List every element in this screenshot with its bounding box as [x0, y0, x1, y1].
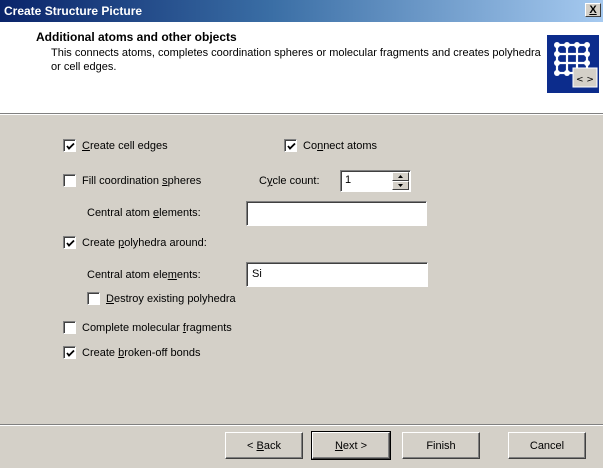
finish-button[interactable]: Finish: [402, 432, 480, 459]
back-button-label: < Back: [247, 439, 281, 452]
create-broken-bonds-label: Create broken-off bonds: [82, 346, 201, 359]
cycle-count-value: 1: [345, 174, 352, 186]
cycle-count-spinner[interactable]: [392, 172, 409, 190]
connect-atoms-label: Connect atoms: [303, 139, 377, 152]
spin-up-button[interactable]: [392, 172, 409, 181]
create-cell-edges-option[interactable]: Create cell edges: [63, 139, 168, 152]
create-polyhedra-label: Create polyhedra around:: [82, 236, 207, 249]
footer-divider: [0, 424, 603, 426]
arrow-up-icon: [398, 175, 403, 178]
central-atom-elements-label-1: Central atom elements:: [87, 207, 201, 219]
finish-button-label: Finish: [426, 439, 456, 452]
create-cell-edges-label: Create cell edges: [82, 139, 168, 152]
window-title: Create Structure Picture: [4, 4, 143, 18]
title-bar: Create Structure Picture X: [0, 0, 603, 22]
fill-coordination-label: Fill coordination spheres: [82, 174, 202, 187]
create-polyhedra-checkbox[interactable]: [63, 236, 76, 249]
svg-text:< >: < >: [576, 75, 594, 85]
create-cell-edges-checkbox[interactable]: [63, 139, 76, 152]
connect-atoms-option[interactable]: Connect atoms: [284, 139, 377, 152]
cancel-button-label: Cancel: [529, 439, 565, 452]
cancel-button[interactable]: Cancel: [508, 432, 586, 459]
connect-atoms-checkbox[interactable]: [284, 139, 297, 152]
next-button[interactable]: Next >: [311, 431, 391, 460]
destroy-polyhedra-label: Destroy existing polyhedra: [106, 292, 236, 305]
header-title: Additional atoms and other objects: [36, 30, 237, 44]
grid-structure-icon: < >: [547, 35, 599, 93]
close-icon: X: [589, 4, 597, 16]
header-divider: [0, 114, 603, 115]
next-button-label: Next >: [334, 439, 368, 452]
create-polyhedra-option[interactable]: Create polyhedra around:: [63, 236, 207, 249]
destroy-polyhedra-option[interactable]: Destroy existing polyhedra: [87, 292, 236, 305]
central-atom-elements-value-2: Si: [252, 268, 262, 280]
central-atom-elements-input-1[interactable]: [246, 201, 427, 226]
header-description: This connects atoms, completes coordinat…: [51, 47, 541, 73]
destroy-polyhedra-checkbox[interactable]: [87, 292, 100, 305]
complete-fragments-option[interactable]: Complete molecular fragments: [63, 321, 232, 334]
arrow-down-icon: [398, 184, 403, 187]
complete-fragments-label: Complete molecular fragments: [82, 321, 232, 334]
cycle-count-label: Cycle count:: [259, 175, 320, 187]
close-button[interactable]: X: [585, 3, 601, 17]
fill-coordination-checkbox[interactable]: [63, 174, 76, 187]
create-broken-bonds-option[interactable]: Create broken-off bonds: [63, 346, 200, 359]
fill-coordination-option[interactable]: Fill coordination spheres: [63, 174, 201, 187]
create-broken-bonds-checkbox[interactable]: [63, 346, 76, 359]
central-atom-elements-label-2: Central atom elements:: [87, 269, 201, 281]
back-button[interactable]: < Back: [225, 432, 303, 459]
central-atom-elements-input-2[interactable]: Si: [246, 262, 428, 287]
complete-fragments-checkbox[interactable]: [63, 321, 76, 334]
spin-down-button[interactable]: [392, 181, 409, 190]
